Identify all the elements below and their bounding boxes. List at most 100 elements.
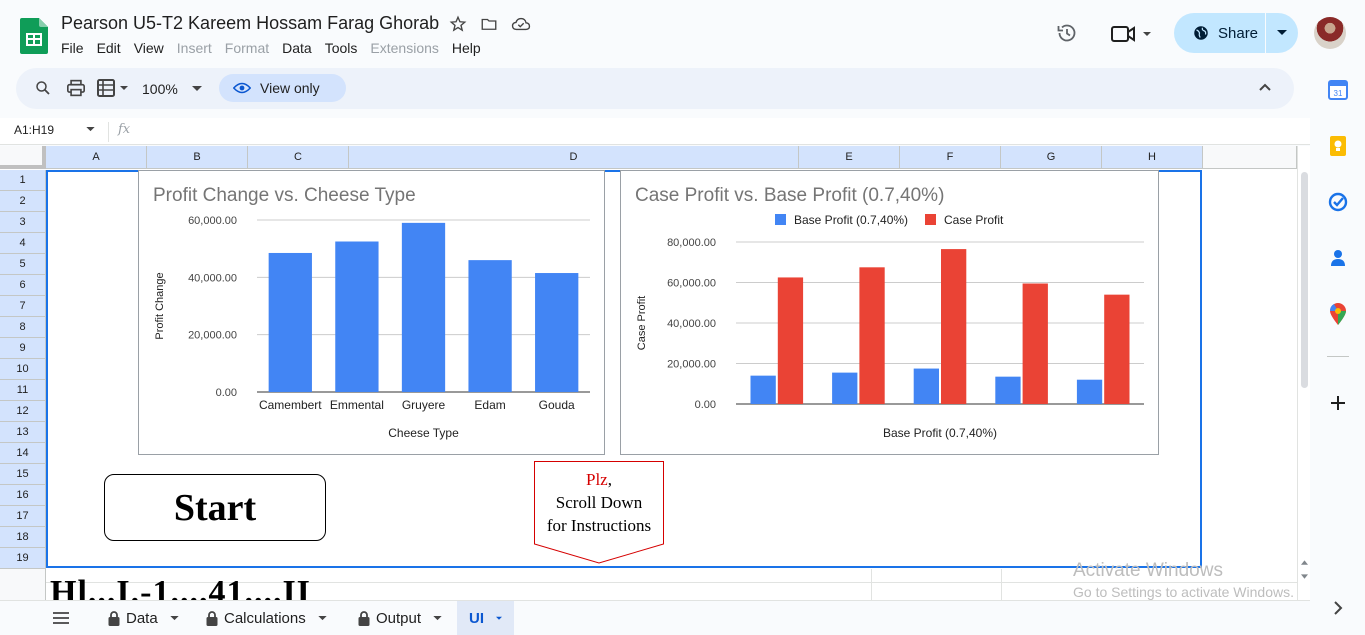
row-header-17[interactable]: 17 [0,506,46,527]
case-profit-chart[interactable]: Case Profit vs. Base Profit (0.7,40%) 0.0… [620,170,1159,455]
row-header-11[interactable]: 11 [0,380,46,401]
row-header-6[interactable]: 6 [0,275,46,296]
row-header-7[interactable]: 7 [0,296,46,317]
eye-icon [233,82,251,94]
maps-icon[interactable] [1327,303,1349,325]
tab-data[interactable]: Data [108,601,179,635]
row-header-15[interactable]: 15 [0,464,46,485]
tab-dropdown-icon[interactable] [318,616,327,621]
tab-dropdown-icon[interactable] [496,616,502,621]
column-header-c[interactable]: C [248,146,349,169]
meet-video-icon[interactable] [1110,22,1154,46]
chevron-up-icon[interactable] [1258,80,1272,94]
select-all-corner[interactable] [0,146,46,169]
row-header-18[interactable]: 18 [0,527,46,548]
column-header-f[interactable]: F [900,146,1001,169]
tasks-icon[interactable] [1327,191,1349,213]
column-header-d[interactable]: D [349,146,799,169]
menu-edit[interactable]: Edit [97,40,121,56]
row-header-13[interactable]: 13 [0,422,46,443]
gridline [1001,569,1002,600]
row-header-3[interactable]: 3 [0,212,46,233]
row-header-2[interactable]: 2 [0,191,46,212]
menu-view[interactable]: View [134,40,164,56]
column-header-a[interactable]: A [46,146,147,169]
share-button[interactable]: Share [1174,13,1298,53]
menu-tools[interactable]: Tools [325,40,358,56]
keep-icon[interactable] [1327,135,1349,157]
profit-change-chart[interactable]: Profit Change vs. Cheese Type 0.00 20,000.… [138,170,605,455]
scroll-down-arrow-icon[interactable] [1301,574,1308,579]
scroll-down-line: Scroll Down [555,493,643,512]
add-addon-icon[interactable] [1327,392,1349,414]
formula-bar: A1:H19 fx [0,118,1310,145]
menu-bar: File Edit View Insert Format Data Tools … [61,40,494,56]
zoom-select[interactable]: 100% [142,81,178,97]
instructions-line: for Instructions [546,516,652,535]
tab-dropdown-icon[interactable] [433,616,442,621]
account-avatar[interactable] [1314,17,1346,49]
menu-help[interactable]: Help [452,40,481,56]
column-header-blank [1203,146,1297,169]
chart-title: Case Profit vs. Base Profit (0.7,40%) [635,185,944,206]
vertical-scrollbar-thumb[interactable] [1301,172,1308,388]
menu-insert[interactable]: Insert [177,40,212,56]
spreadsheet-grid[interactable]: A B C D E F G H 1 2 3 4 5 6 7 8 9 10 11 12 13 14 15 16 1… [0,146,1297,600]
name-box-dropdown-icon[interactable] [86,127,95,132]
row-header-19[interactable]: 19 [0,548,46,569]
name-box[interactable]: A1:H19 [14,123,54,137]
expand-side-panel-icon[interactable] [1327,597,1349,619]
view-mode-icon[interactable] [97,78,131,98]
y-tick-label: 20,000.00 [667,359,716,371]
start-button[interactable]: Start [104,474,326,541]
zoom-dropdown-icon[interactable] [192,86,202,92]
plz-word: Plz [586,470,608,489]
scroll-up-arrow-icon[interactable] [1301,560,1308,565]
row-header-14[interactable]: 14 [0,443,46,464]
y-tick-label: 20,000.00 [188,330,237,342]
star-icon[interactable] [448,14,468,34]
tab-output[interactable]: Output [358,601,442,635]
column-header-b[interactable]: B [147,146,248,169]
calendar-icon[interactable]: 31 [1327,79,1349,101]
menu-data[interactable]: Data [282,40,312,56]
bar-base-profit [913,368,939,404]
column-header-g[interactable]: G [1001,146,1102,169]
print-icon[interactable] [66,78,86,98]
all-sheets-menu-icon[interactable] [52,611,70,625]
row-header-1[interactable]: 1 [0,170,46,191]
column-header-e[interactable]: E [799,146,900,169]
legend-swatch [925,214,936,225]
version-history-icon[interactable] [1055,21,1079,45]
row-header-16[interactable]: 16 [0,485,46,506]
plz-comma: , [607,470,612,489]
row-header-8[interactable]: 8 [0,317,46,338]
share-dropdown-arrow-icon[interactable] [1266,30,1298,36]
menu-format[interactable]: Format [225,40,269,56]
contacts-icon[interactable] [1327,247,1349,269]
bar-base-profit [1076,379,1103,404]
y-tick-label: 80,000.00 [667,237,716,249]
tab-ui[interactable]: UI [457,601,514,635]
view-only-chip[interactable]: View only [219,74,346,102]
column-header-h[interactable]: H [1102,146,1203,169]
share-main[interactable]: Share [1174,13,1265,53]
vertical-scrollbar[interactable] [1297,146,1310,600]
y-tick-label: 0.00 [216,387,237,399]
move-folder-icon[interactable] [479,14,499,34]
row-header-4[interactable]: 4 [0,233,46,254]
menu-extensions[interactable]: Extensions [370,40,438,56]
menu-file[interactable]: File [61,40,84,56]
sheet-tab-bar: Data Calculations Output UI [0,600,1310,635]
cloud-saved-icon[interactable] [511,14,531,34]
row-header-10[interactable]: 10 [0,359,46,380]
document-title[interactable]: Pearson U5-T2 Kareem Hossam Farag Ghorab [61,13,439,34]
sheets-logo-icon[interactable] [20,18,48,54]
row-header-9[interactable]: 9 [0,338,46,359]
tab-dropdown-icon[interactable] [170,616,179,621]
tab-ui-label: UI [469,610,484,627]
search-icon[interactable] [33,78,53,98]
row-header-5[interactable]: 5 [0,254,46,275]
tab-calculations[interactable]: Calculations [206,601,327,635]
row-header-12[interactable]: 12 [0,401,46,422]
